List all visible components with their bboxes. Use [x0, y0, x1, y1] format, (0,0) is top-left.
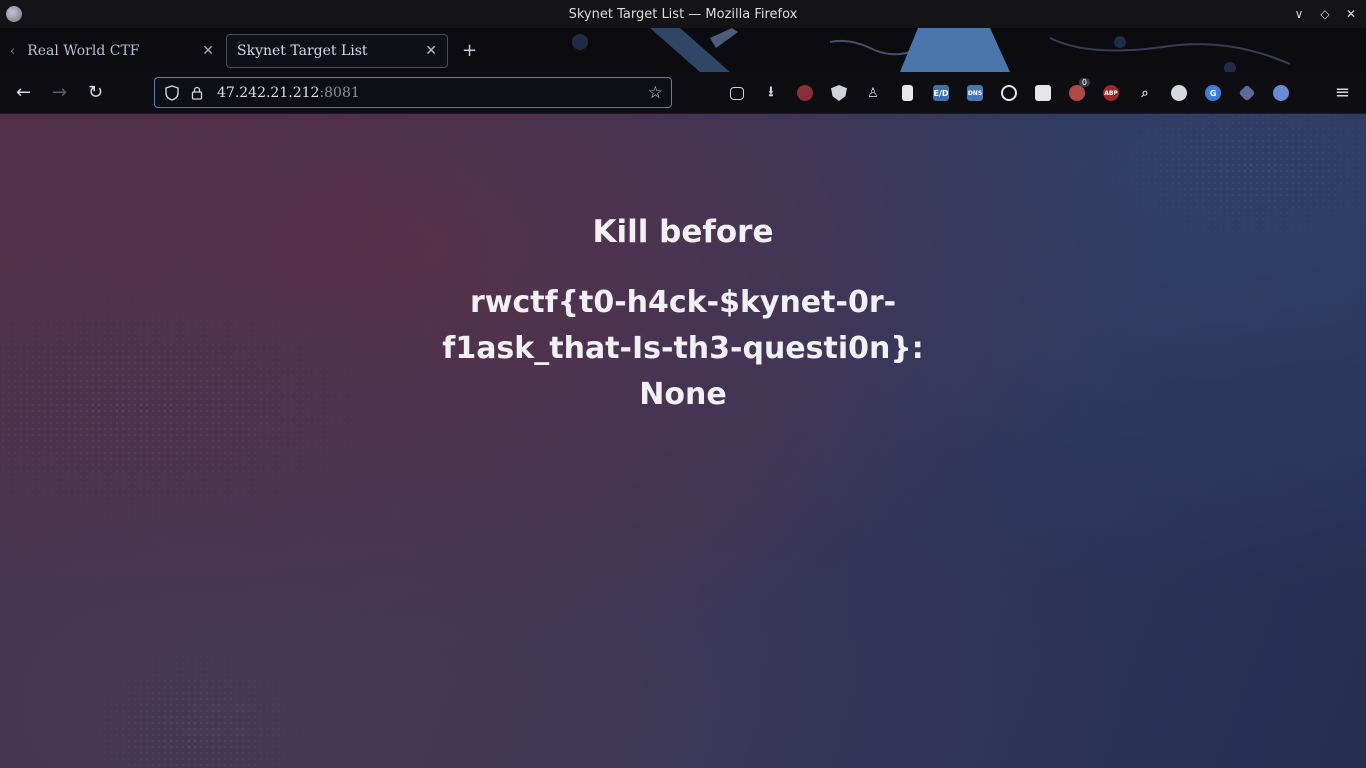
- maximize-button[interactable]: ◇: [1318, 7, 1332, 21]
- reload-button[interactable]: ↻: [88, 82, 103, 103]
- close-icon[interactable]: ✕: [425, 43, 437, 59]
- tab-strip: ‹ Real World CTF ✕ Skynet Target List ✕ …: [0, 28, 1366, 72]
- page-heading: Kill before: [592, 214, 774, 250]
- tracking-protection-icon[interactable]: [165, 84, 179, 101]
- app-icon[interactable]: [6, 6, 22, 22]
- new-tab-button[interactable]: +: [462, 40, 477, 61]
- theme-artwork: [470, 28, 1366, 72]
- save-icon[interactable]: [1026, 80, 1060, 106]
- close-icon[interactable]: ✕: [202, 43, 214, 59]
- reader-icon[interactable]: [890, 80, 924, 106]
- tab-label: Real World CTF: [27, 43, 140, 59]
- url-host: 47.242.21.212: [217, 84, 320, 101]
- eo-icon[interactable]: E/D: [924, 80, 958, 106]
- window-controls: ∨ ◇ ✕: [1292, 0, 1358, 28]
- hamburger-menu-icon[interactable]: ≡: [1335, 82, 1350, 103]
- page-content: Kill before rwctf{t0-h4ck-$kynet-0r- f1a…: [0, 114, 1366, 768]
- flag-line: f1ask_that-Is-th3-questi0n}:: [442, 331, 924, 366]
- forward-button[interactable]: →: [52, 82, 67, 103]
- background-texture: [0, 114, 1366, 768]
- back-button[interactable]: ←: [16, 82, 31, 103]
- navigation-bar: ← → ↻ 47.242.21.212:8081 ☆ ⭳ ♙ E/D DNS 0…: [0, 72, 1366, 114]
- shield-icon[interactable]: [1230, 80, 1264, 106]
- globe-icon[interactable]: [1264, 80, 1298, 106]
- firefox-extension-icon[interactable]: 0: [1060, 78, 1094, 106]
- extension-icon[interactable]: ♙: [856, 80, 890, 106]
- tab-skynet-target-list[interactable]: Skynet Target List ✕: [226, 34, 448, 68]
- url-port: :8081: [319, 84, 360, 101]
- flag-line: rwctf{t0-h4ck-$kynet-0r-: [469, 285, 897, 320]
- chevron-left-icon: ‹: [10, 43, 16, 59]
- google-icon[interactable]: G: [1196, 80, 1230, 106]
- search-icon[interactable]: ⌕: [1128, 80, 1162, 106]
- privacy-badger-icon[interactable]: [822, 80, 856, 106]
- tab-real-world-ctf[interactable]: ‹ Real World CTF ✕: [0, 34, 222, 68]
- window-titlebar: Skynet Target List — Mozilla Firefox ∨ ◇…: [0, 0, 1366, 28]
- circle-icon[interactable]: [992, 80, 1026, 106]
- ublock-icon[interactable]: [788, 80, 822, 106]
- downloads-icon[interactable]: ⭳: [754, 80, 788, 106]
- dns-icon[interactable]: DNS: [958, 80, 992, 106]
- network-icon[interactable]: [1162, 80, 1196, 106]
- extension-badge: 0: [1078, 78, 1090, 87]
- bookmark-star-icon[interactable]: ☆: [648, 83, 663, 103]
- extensions-toolbar: ⭳ ♙ E/D DNS 0 ABP ⌕ G: [720, 78, 1298, 106]
- tab-label: Skynet Target List: [237, 43, 368, 59]
- window-title: Skynet Target List — Mozilla Firefox: [568, 6, 798, 22]
- lock-icon[interactable]: [191, 86, 203, 100]
- flag-value: None: [639, 377, 727, 412]
- pocket-icon[interactable]: [720, 80, 754, 106]
- url-bar[interactable]: 47.242.21.212:8081 ☆: [154, 77, 672, 108]
- flag-text: rwctf{t0-h4ck-$kynet-0r- f1ask_that-Is-t…: [433, 280, 933, 418]
- minimize-button[interactable]: ∨: [1292, 7, 1306, 21]
- abp-icon[interactable]: ABP: [1094, 80, 1128, 106]
- close-window-button[interactable]: ✕: [1344, 7, 1358, 21]
